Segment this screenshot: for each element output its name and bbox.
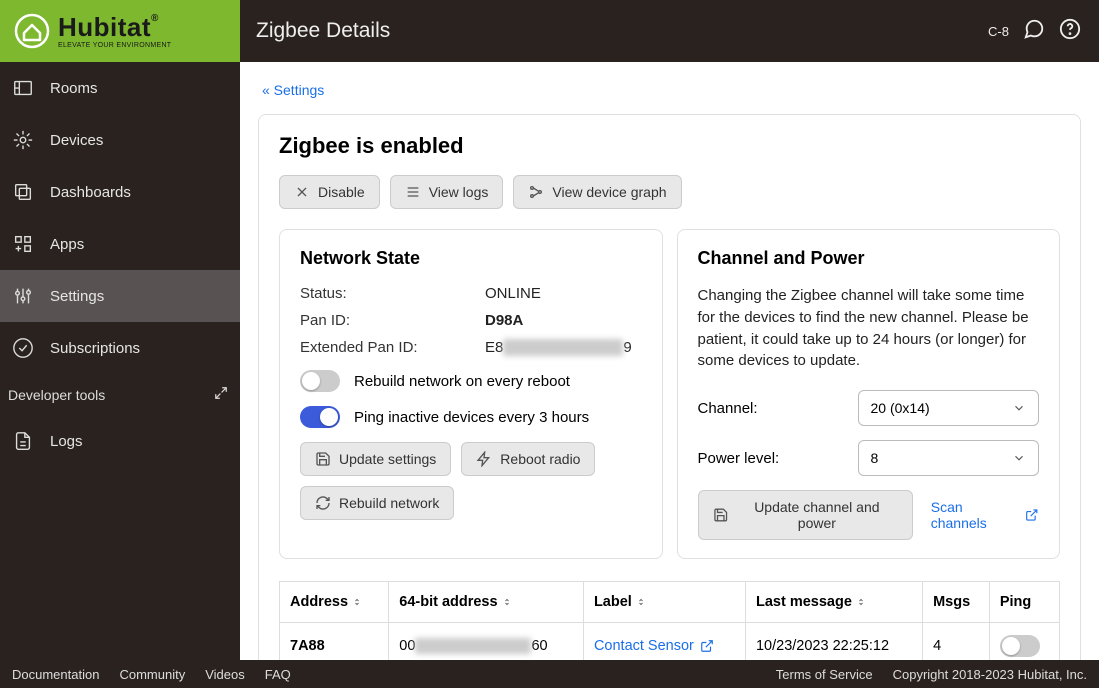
breadcrumb-back[interactable]: « Settings <box>262 82 324 98</box>
footer-terms[interactable]: Terms of Service <box>776 667 873 682</box>
rebuild-reboot-toggle[interactable] <box>300 370 340 392</box>
device-table: Address 64-bit address Label Last messag… <box>279 581 1060 660</box>
sidebar-label: Logs <box>50 433 83 450</box>
table-row: 7A88 00XXXXXXXXXXXX60 Contact Sensor 10/… <box>280 623 1060 661</box>
cell-ping <box>989 623 1059 661</box>
dev-tools-label: Developer tools <box>8 387 105 403</box>
btn-label: Reboot radio <box>500 451 580 467</box>
sidebar-label: Settings <box>50 288 104 305</box>
footer: Documentation Community Videos FAQ Terms… <box>0 660 1099 688</box>
card-title: Network State <box>300 248 642 269</box>
col-64bit[interactable]: 64-bit address <box>389 582 584 623</box>
external-link-icon <box>700 639 714 653</box>
footer-link-documentation[interactable]: Documentation <box>12 667 99 682</box>
sidebar-developer-tools[interactable]: Developer tools <box>0 374 240 415</box>
channel-select[interactable]: 20 (0x14) <box>858 390 1040 426</box>
status-label: Status: <box>300 285 485 302</box>
logo-text: Hubitat® ELEVATE YOUR ENVIRONMENT <box>58 14 171 49</box>
sidebar-item-rooms[interactable]: Rooms <box>0 62 240 114</box>
footer-copyright: Copyright 2018-2023 Hubitat, Inc. <box>893 667 1087 682</box>
btn-label: Rebuild network <box>339 495 439 511</box>
reboot-radio-button[interactable]: Reboot radio <box>461 442 595 476</box>
logo-icon <box>14 13 50 49</box>
btn-label: Disable <box>318 184 365 200</box>
hub-model: C-8 <box>988 24 1009 39</box>
select-value: 8 <box>871 450 879 466</box>
sidebar-label: Dashboards <box>50 184 131 201</box>
scan-channels-link[interactable]: Scan channels <box>931 499 1039 531</box>
btn-label: Update channel and power <box>736 499 898 531</box>
card-title: Channel and Power <box>698 248 1040 269</box>
ping-toggle[interactable] <box>1000 635 1040 657</box>
sidebar-label: Rooms <box>50 80 98 97</box>
expand-icon <box>214 386 228 403</box>
chevron-down-icon <box>1012 451 1026 465</box>
external-link-icon <box>1025 508 1039 522</box>
sidebar-item-devices[interactable]: Devices <box>0 114 240 166</box>
panid-value: D98A <box>485 312 523 329</box>
help-icon[interactable] <box>1059 18 1081 45</box>
device-link[interactable]: Contact Sensor <box>594 638 714 654</box>
cell-last: 10/23/2023 22:25:12 <box>745 623 922 661</box>
cell-msgs: 4 <box>923 623 990 661</box>
rebuild-network-button[interactable]: Rebuild network <box>300 486 454 520</box>
top-actions: C-8 <box>988 18 1099 45</box>
content-area: « Settings Zigbee is enabled Disable Vie… <box>240 62 1099 660</box>
toggle-label: Ping inactive devices every 3 hours <box>354 409 589 426</box>
btn-label: Update settings <box>339 451 436 467</box>
disable-button[interactable]: Disable <box>279 175 380 209</box>
logo[interactable]: Hubitat® ELEVATE YOUR ENVIRONMENT <box>0 0 240 62</box>
sidebar-item-settings[interactable]: Settings <box>0 270 240 322</box>
cell-address: 7A88 <box>280 623 389 661</box>
view-logs-button[interactable]: View logs <box>390 175 504 209</box>
col-ping: Ping <box>989 582 1059 623</box>
main-panel: Zigbee is enabled Disable View logs View… <box>258 114 1081 660</box>
cell-label: Contact Sensor <box>583 623 745 661</box>
extpanid-value: E8XXXXXXXXXXXX9 <box>485 339 632 356</box>
col-address[interactable]: Address <box>280 582 389 623</box>
link-label: Scan channels <box>931 499 1020 531</box>
col-msgs: Msgs <box>923 582 990 623</box>
footer-link-videos[interactable]: Videos <box>205 667 245 682</box>
footer-link-community[interactable]: Community <box>119 667 185 682</box>
sidebar-label: Devices <box>50 132 103 149</box>
cell-64bit: 00XXXXXXXXXXXX60 <box>389 623 584 661</box>
sidebar-item-subscriptions[interactable]: Subscriptions <box>0 322 240 374</box>
sidebar-label: Subscriptions <box>50 340 140 357</box>
channel-label: Channel: <box>698 400 858 417</box>
sidebar-item-logs[interactable]: Logs <box>0 415 240 467</box>
btn-label: View device graph <box>552 184 666 200</box>
col-label[interactable]: Label <box>583 582 745 623</box>
update-settings-button[interactable]: Update settings <box>300 442 451 476</box>
extpanid-label: Extended Pan ID: <box>300 339 485 356</box>
channel-power-card: Channel and Power Changing the Zigbee ch… <box>677 229 1061 559</box>
select-value: 20 (0x14) <box>871 400 930 416</box>
toggle-label: Rebuild network on every reboot <box>354 373 570 390</box>
sidebar-label: Apps <box>50 236 84 253</box>
network-state-card: Network State Status:ONLINE Pan ID:D98A … <box>279 229 663 559</box>
chevron-down-icon <box>1012 401 1026 415</box>
chat-icon[interactable] <box>1023 18 1045 45</box>
channel-note: Changing the Zigbee channel will take so… <box>698 285 1040 372</box>
top-bar: Hubitat® ELEVATE YOUR ENVIRONMENT Zigbee… <box>0 0 1099 62</box>
btn-label: View logs <box>429 184 489 200</box>
status-value: ONLINE <box>485 285 541 302</box>
sidebar-item-dashboards[interactable]: Dashboards <box>0 166 240 218</box>
sidebar: Rooms Devices Dashboards Apps Settings S… <box>0 62 240 660</box>
power-label: Power level: <box>698 450 858 467</box>
power-select[interactable]: 8 <box>858 440 1040 476</box>
view-device-graph-button[interactable]: View device graph <box>513 175 681 209</box>
update-channel-power-button[interactable]: Update channel and power <box>698 490 913 540</box>
panid-label: Pan ID: <box>300 312 485 329</box>
col-last[interactable]: Last message <box>745 582 922 623</box>
page-title: Zigbee Details <box>240 19 988 43</box>
sidebar-item-apps[interactable]: Apps <box>0 218 240 270</box>
ping-inactive-toggle[interactable] <box>300 406 340 428</box>
status-heading: Zigbee is enabled <box>279 133 1060 159</box>
footer-link-faq[interactable]: FAQ <box>265 667 291 682</box>
